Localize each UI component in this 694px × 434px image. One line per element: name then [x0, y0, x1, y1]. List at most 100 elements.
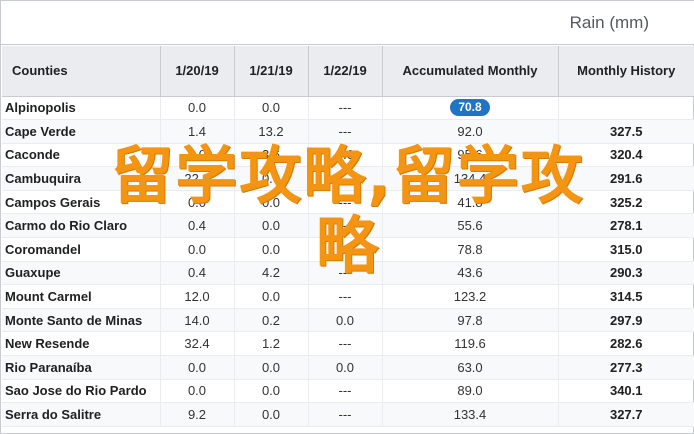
day-3-cell: ---	[308, 190, 383, 215]
day-1-cell: 0.4	[160, 261, 235, 286]
day-3-cell: ---	[308, 284, 383, 309]
table-row: Caconde 0.0 3.6 0.0 95.6 320.4	[2, 143, 694, 168]
county-name-cell[interactable]: Rio Paranaíba	[2, 355, 161, 380]
day-1-cell: 9.2	[160, 402, 235, 427]
table-row: Carmo do Rio Claro 0.4 0.0 --- 55.6 278.1	[2, 213, 694, 239]
day-2-cell: 3.6	[234, 143, 309, 168]
day-3-cell: ---	[308, 379, 383, 404]
county-name-cell[interactable]: Monte Santo de Minas	[2, 308, 161, 333]
history-cell: 297.9	[558, 308, 694, 333]
day-2-cell: 4.2	[234, 261, 309, 286]
day-3-cell: ---	[308, 119, 383, 144]
column-header-history[interactable]: Monthly History	[558, 46, 694, 97]
day-2-cell: 0.0	[234, 379, 309, 404]
day-1-cell: 14.0	[160, 308, 235, 333]
day-2-cell: 0.0	[234, 284, 309, 309]
accumulated-cell: 70.8	[382, 96, 559, 121]
day-3-cell: 0.0	[308, 143, 383, 168]
history-cell: 315.0	[558, 237, 694, 262]
day-1-cell: 0.0	[160, 143, 235, 168]
day-2-cell: 1.2	[234, 331, 309, 357]
history-cell: 278.1	[558, 213, 694, 239]
history-cell: 327.7	[558, 402, 694, 427]
day-1-cell: 0.0	[160, 355, 235, 380]
accumulated-cell: 41.8	[382, 190, 559, 215]
day-1-cell: 0.0	[160, 237, 235, 262]
county-name-cell[interactable]: Cambuquira	[2, 166, 161, 191]
column-header-date-3[interactable]: 1/22/19	[308, 46, 383, 97]
county-name-cell[interactable]: Coromandel	[2, 237, 161, 262]
table-row: Coromandel 0.0 0.0 --- 78.8 315.0	[2, 237, 694, 262]
history-cell: 291.6	[558, 166, 694, 191]
county-name-cell[interactable]: Cape Verde	[2, 119, 161, 144]
column-header-date-2[interactable]: 1/21/19	[234, 46, 309, 97]
table-row: Monte Santo de Minas 14.0 0.2 0.0 97.8 297.9	[2, 308, 694, 333]
day-2-cell: 0.0	[234, 96, 309, 121]
day-2-cell: 0.2	[234, 308, 309, 333]
day-3-cell: ---	[308, 331, 383, 357]
day-2-cell: 0.0	[234, 355, 309, 380]
history-cell: 340.1	[558, 379, 694, 404]
history-cell: 320.4	[558, 143, 694, 168]
accumulated-cell: 78.8	[382, 237, 559, 262]
history-cell: 282.6	[558, 331, 694, 357]
table-row: Cape Verde 1.4 13.2 --- 92.0 327.5	[2, 119, 694, 144]
history-cell: 277.3	[558, 355, 694, 380]
county-name-cell[interactable]: Guaxupe	[2, 261, 161, 286]
accumulated-cell: 43.6	[382, 261, 559, 286]
history-cell: 327.5	[558, 119, 694, 144]
history-cell: 325.2	[558, 190, 694, 215]
table-row: Cambuquira 22.0 0.0 --- 134.4 291.6	[2, 166, 694, 191]
accumulated-cell: 89.0	[382, 379, 559, 404]
day-3-cell: ---	[308, 261, 383, 286]
day-3-cell: ---	[308, 402, 383, 427]
day-1-cell: 0.0	[160, 379, 235, 404]
accumulated-cell: 97.8	[382, 308, 559, 333]
column-header-accumulated[interactable]: Accumulated Monthly	[382, 46, 559, 97]
column-header-counties[interactable]: Counties	[2, 46, 161, 97]
day-1-cell: 0.4	[160, 213, 235, 239]
title-bar: Rain (mm)	[1, 1, 694, 45]
table-row: Mount Carmel 12.0 0.0 --- 123.2 314.5	[2, 284, 694, 309]
history-cell: 290.3	[558, 261, 694, 286]
day-2-cell: 0.0	[234, 402, 309, 427]
accumulated-cell: 134.4	[382, 166, 559, 191]
accumulated-cell: 95.6	[382, 143, 559, 168]
accumulated-cell: 133.4	[382, 402, 559, 427]
county-name-cell[interactable]: New Resende	[2, 331, 161, 357]
day-3-cell: ---	[308, 213, 383, 239]
accumulated-cell: 63.0	[382, 355, 559, 380]
table-row: Campos Gerais 0.0 0.0 --- 41.8 325.2	[2, 190, 694, 215]
day-3-cell: 0.0	[308, 308, 383, 333]
county-name-cell[interactable]: Mount Carmel	[2, 284, 161, 309]
panel-title: Rain (mm)	[569, 13, 649, 32]
table-row: Guaxupe 0.4 4.2 --- 43.6 290.3	[2, 261, 694, 286]
day-1-cell: 22.0	[160, 166, 235, 191]
accumulated-cell: 123.2	[382, 284, 559, 309]
column-header-date-1[interactable]: 1/20/19	[160, 46, 235, 97]
county-name-cell[interactable]: Serra do Salitre	[2, 402, 161, 427]
table-row: Serra do Salitre 9.2 0.0 --- 133.4 327.7	[2, 402, 694, 427]
day-3-cell: 0.0	[308, 355, 383, 380]
day-2-cell: 0.0	[234, 166, 309, 191]
county-name-cell[interactable]: Sao Jose do Rio Pardo	[2, 379, 161, 404]
accumulated-cell: 55.6	[382, 213, 559, 239]
day-1-cell: 0.0	[160, 96, 235, 121]
highlight-badge: 70.8	[450, 99, 490, 117]
day-2-cell: 0.0	[234, 213, 309, 239]
rain-table: Counties 1/20/19 1/21/19 1/22/19 Accumul…	[2, 46, 694, 427]
county-name-cell[interactable]: Campos Gerais	[2, 190, 161, 215]
rain-table-panel: Rain (mm) Counties 1/20/19 1/21/19 1/22/…	[0, 0, 694, 434]
day-1-cell: 1.4	[160, 119, 235, 144]
table-header-row: Counties 1/20/19 1/21/19 1/22/19 Accumul…	[2, 46, 694, 97]
day-3-cell: ---	[308, 166, 383, 191]
day-1-cell: 32.4	[160, 331, 235, 357]
county-name-cell[interactable]: Carmo do Rio Claro	[2, 213, 161, 239]
accumulated-cell: 92.0	[382, 119, 559, 144]
table-row: Alpinopolis 0.0 0.0 --- 70.8	[2, 96, 694, 121]
county-name-cell[interactable]: Alpinopolis	[2, 96, 161, 121]
history-cell: 314.5	[558, 284, 694, 309]
table-row: Rio Paranaíba 0.0 0.0 0.0 63.0 277.3	[2, 355, 694, 380]
county-name-cell[interactable]: Caconde	[2, 143, 161, 168]
history-cell	[558, 96, 694, 121]
